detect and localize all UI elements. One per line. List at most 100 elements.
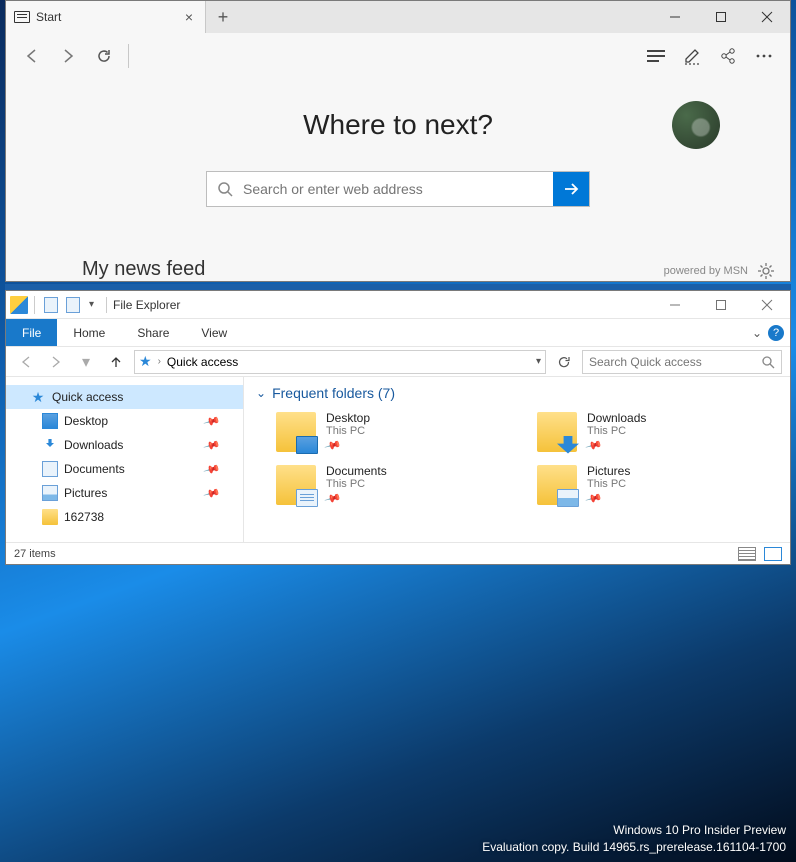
reading-view-button[interactable]	[638, 38, 674, 74]
nav-up-button[interactable]	[104, 350, 128, 374]
search-go-button[interactable]	[553, 172, 589, 206]
view-details-button[interactable]	[738, 547, 756, 561]
downloads-icon	[42, 437, 58, 453]
close-tab-icon[interactable]: ×	[181, 9, 197, 25]
explorer-nav-pane[interactable]: ★ Quick access Desktop📌Downloads📌Documen…	[6, 377, 244, 542]
settings-gear-button[interactable]	[758, 263, 774, 279]
ribbon-tab-home[interactable]: Home	[57, 319, 121, 346]
folder-location: This PC	[326, 425, 370, 437]
explorer-ribbon: File Home Share View ⌄ ?	[6, 319, 790, 347]
close-button[interactable]	[744, 1, 790, 33]
desktop-icon	[42, 413, 58, 429]
minimize-button[interactable]	[652, 1, 698, 33]
folder-item-pictures[interactable]: Pictures This PC 📌	[537, 464, 778, 505]
desktop-watermark: Windows 10 Pro Insider Preview Evaluatio…	[482, 822, 786, 856]
pin-icon: 📌	[324, 436, 342, 454]
new-tab-button[interactable]: +	[206, 1, 240, 33]
address-box[interactable]: ★ › Quick access ▾	[134, 350, 546, 374]
ribbon-expand-button[interactable]: ⌄	[746, 326, 768, 340]
nav-item-pictures[interactable]: Pictures📌	[6, 481, 243, 505]
edge-tab-title: Start	[36, 10, 175, 24]
downloads-overlay-icon	[557, 436, 579, 454]
quick-access-star-icon: ★	[139, 353, 152, 370]
nav-back-button[interactable]	[14, 350, 38, 374]
maximize-button[interactable]	[698, 1, 744, 33]
refresh-button[interactable]	[86, 38, 122, 74]
close-button[interactable]	[744, 291, 790, 318]
edge-tab-start[interactable]: Start ×	[6, 1, 206, 33]
explorer-status-bar: 27 items	[6, 542, 790, 564]
documents-icon	[42, 461, 58, 477]
nav-forward-button[interactable]	[44, 350, 68, 374]
nav-item-label: Downloads	[64, 438, 123, 452]
folder-item-downloads[interactable]: Downloads This PC 📌	[537, 411, 778, 452]
documents-overlay-icon	[296, 489, 318, 507]
nav-item-downloads[interactable]: Downloads📌	[6, 433, 243, 457]
minimize-icon	[669, 299, 681, 311]
folder-item-documents[interactable]: Documents This PC 📌	[276, 464, 517, 505]
explorer-search-input[interactable]	[589, 355, 761, 369]
back-arrow-icon	[23, 47, 41, 65]
explorer-address-bar: ▾ ★ › Quick access ▾	[6, 347, 790, 377]
address-location: Quick access	[167, 355, 238, 369]
pen-icon	[683, 47, 701, 65]
pictures-overlay-icon	[557, 489, 579, 507]
minimize-button[interactable]	[652, 291, 698, 318]
back-arrow-icon	[19, 355, 33, 369]
more-icon	[755, 53, 773, 59]
help-button[interactable]: ?	[768, 325, 784, 341]
notes-button[interactable]	[674, 38, 710, 74]
refresh-icon	[557, 355, 571, 369]
frequent-folders-header[interactable]: ⌄ Frequent folders (7)	[256, 385, 778, 401]
pin-icon: 📌	[203, 460, 221, 478]
ribbon-tab-view[interactable]: View	[185, 319, 243, 346]
address-refresh-button[interactable]	[552, 350, 576, 374]
maximize-icon	[715, 299, 727, 311]
nav-quick-access[interactable]: ★ Quick access	[6, 385, 243, 409]
qat-properties-button[interactable]	[41, 295, 61, 315]
nav-item-label: 162738	[64, 510, 104, 524]
nav-item-documents[interactable]: Documents📌	[6, 457, 243, 481]
qat-dropdown-button[interactable]: ▾	[85, 299, 98, 310]
back-button[interactable]	[14, 38, 50, 74]
share-button[interactable]	[710, 38, 746, 74]
nav-recent-dropdown[interactable]: ▾	[74, 350, 98, 374]
nav-item-162738[interactable]: 162738	[6, 505, 243, 529]
share-icon	[719, 47, 737, 65]
user-avatar[interactable]	[672, 101, 720, 149]
go-arrow-icon	[562, 180, 580, 198]
folder-icon	[537, 465, 577, 505]
explorer-titlebar: ▾ File Explorer	[6, 291, 790, 319]
refresh-icon	[95, 47, 113, 65]
folder-icon	[276, 412, 316, 452]
nav-item-label: Pictures	[64, 486, 107, 500]
explorer-main-pane[interactable]: ⌄ Frequent folders (7) Desktop This PC 📌…	[244, 377, 790, 542]
toolbar-divider	[128, 44, 129, 68]
explorer-title: File Explorer	[113, 298, 180, 312]
status-item-count: 27 items	[14, 548, 56, 560]
ribbon-tab-file[interactable]: File	[6, 319, 57, 346]
powered-by-label: powered by MSN	[664, 265, 748, 277]
edge-window: Start × + Where to next? My news feed	[5, 0, 791, 282]
folder-icon	[537, 412, 577, 452]
ribbon-tab-share[interactable]: Share	[121, 319, 185, 346]
news-feed-heading: My news feed	[82, 258, 205, 281]
edge-search-input[interactable]	[243, 172, 553, 206]
reading-view-icon	[647, 49, 665, 63]
forward-button[interactable]	[50, 38, 86, 74]
edge-window-controls	[652, 1, 790, 33]
qat-newfolder-button[interactable]	[63, 295, 83, 315]
start-page-icon	[14, 11, 30, 23]
more-button[interactable]	[746, 38, 782, 74]
folder-item-desktop[interactable]: Desktop This PC 📌	[276, 411, 517, 452]
forward-arrow-icon	[59, 47, 77, 65]
address-history-dropdown[interactable]: ▾	[536, 356, 541, 367]
folder-name: Desktop	[326, 411, 370, 425]
edge-search-bar	[206, 171, 590, 207]
maximize-button[interactable]	[698, 291, 744, 318]
folder-location: This PC	[587, 425, 646, 437]
view-large-icons-button[interactable]	[764, 547, 782, 561]
pin-icon: 📌	[585, 436, 603, 454]
nav-item-desktop[interactable]: Desktop📌	[6, 409, 243, 433]
explorer-window: ▾ File Explorer File Home Share View ⌄ ?…	[5, 290, 791, 565]
